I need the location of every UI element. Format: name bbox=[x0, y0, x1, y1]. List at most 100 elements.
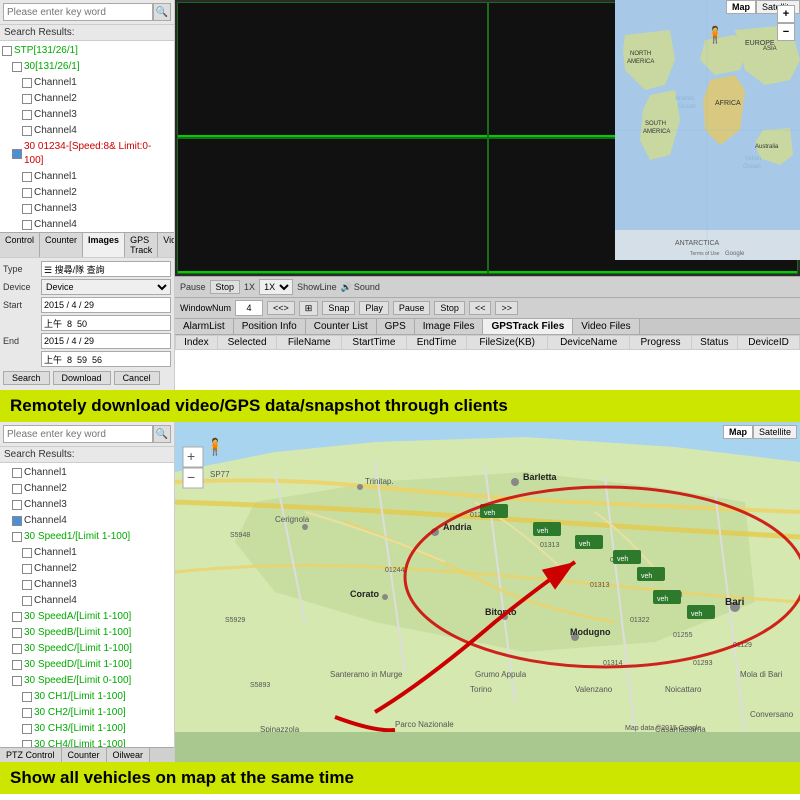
svg-text:S5893: S5893 bbox=[250, 682, 270, 689]
bottom-tree-item-b_row6[interactable]: 30 SpeedE/[Limit 0-100] bbox=[2, 673, 172, 689]
tab-gpstrack[interactable]: GPS Track bbox=[125, 233, 158, 257]
top-search-button[interactable]: 🔍 bbox=[153, 3, 171, 21]
tree-item-label-ch1_2: Channel1 bbox=[34, 170, 77, 184]
bottom-section: 🔍 Search Results: Channel1Channel2Channe… bbox=[0, 422, 800, 762]
tree-item-label-ch4_2: Channel4 bbox=[34, 218, 77, 232]
svg-text:SP77: SP77 bbox=[210, 470, 230, 479]
tree-item-ch3_1[interactable]: Channel3 bbox=[2, 107, 172, 123]
tree-item-ch3_2[interactable]: Channel3 bbox=[2, 201, 172, 217]
bottom-tree-item-b_ch4_2[interactable]: Channel4 bbox=[2, 593, 172, 609]
tree-item-speed_1[interactable]: 30 01234-[Speed:8& Limit:0-100] bbox=[2, 139, 172, 169]
zoom-in-btn[interactable]: + bbox=[777, 5, 795, 23]
tab-alarmlist[interactable]: AlarmList bbox=[175, 319, 234, 334]
bottom-tree-item-b_row3[interactable]: 30 SpeedB/[Limit 1-100] bbox=[2, 625, 172, 641]
bottom-tree-item-label-b_row8: 30 CH2/[Limit 1-100] bbox=[34, 706, 126, 720]
cancel-button[interactable]: Cancel bbox=[114, 371, 160, 385]
filter-end-date[interactable] bbox=[41, 333, 171, 349]
tree-item-ch2_2[interactable]: Channel2 bbox=[2, 185, 172, 201]
bottom-tree-item-b_ch3[interactable]: Channel3 bbox=[2, 497, 172, 513]
bottom-tree-item-b_row7[interactable]: 30 CH1/[Limit 1-100] bbox=[2, 689, 172, 705]
tree-item-ch4_2[interactable]: Channel4 bbox=[2, 217, 172, 232]
tab-oilwear[interactable]: Oilwear bbox=[107, 748, 151, 762]
bottom-tree-item-label-b_row2: 30 SpeedA/[Limit 1-100] bbox=[24, 610, 131, 624]
tab-counterlist[interactable]: Counter List bbox=[306, 319, 377, 334]
tab-gpstrackfiles[interactable]: GPSTrack Files bbox=[483, 319, 573, 334]
tree-item-ch1_2[interactable]: Channel1 bbox=[2, 169, 172, 185]
bottom-tree-item-b_ch4[interactable]: Channel4 bbox=[2, 513, 172, 529]
top-tabs-bar: Control Counter Images GPS Track Video bbox=[0, 232, 174, 257]
map-btn-map[interactable]: Map bbox=[726, 0, 756, 14]
tab-gps[interactable]: GPS bbox=[377, 319, 415, 334]
filter-start-time[interactable] bbox=[41, 315, 171, 331]
tab-imagefiles[interactable]: Image Files bbox=[415, 319, 484, 334]
snap-btn[interactable]: Snap bbox=[322, 301, 355, 315]
tab-counter[interactable]: Counter bbox=[40, 233, 83, 257]
play-btn[interactable]: Play bbox=[359, 301, 389, 315]
tab-control[interactable]: Control bbox=[0, 233, 40, 257]
bottom-map-btn-satellite[interactable]: Satellite bbox=[753, 425, 797, 439]
svg-text:01313: 01313 bbox=[540, 542, 560, 549]
bottom-tree-item-b_row9[interactable]: 30 CH3/[Limit 1-100] bbox=[2, 721, 172, 737]
bottom-map-btn-map[interactable]: Map bbox=[723, 425, 753, 439]
filter-start-date[interactable] bbox=[41, 297, 171, 313]
tab-ptz-control[interactable]: PTZ Control bbox=[0, 748, 62, 762]
tree-item-label-speed_1: 30 01234-[Speed:8& Limit:0-100] bbox=[24, 140, 170, 168]
bottom-tree-item-b_ch2[interactable]: Channel2 bbox=[2, 481, 172, 497]
bottom-search-input[interactable] bbox=[3, 425, 153, 443]
tree-item-ch4_1[interactable]: Channel4 bbox=[2, 123, 172, 139]
top-search-input[interactable] bbox=[3, 3, 153, 21]
tab-videofiles[interactable]: Video Files bbox=[573, 319, 639, 334]
bottom-tree-item-b_row10[interactable]: 30 CH4/[Limit 1-100] bbox=[2, 737, 172, 747]
window-num-input[interactable] bbox=[235, 300, 263, 316]
tree-item-stp[interactable]: STP[131/26/1] bbox=[2, 43, 172, 59]
filter-buttons: Search Download Cancel bbox=[3, 369, 171, 387]
search-button[interactable]: Search bbox=[3, 371, 50, 385]
bottom-tree-item-label-b_row4: 30 SpeedC/[Limit 1-100] bbox=[24, 642, 132, 656]
top-tree-container[interactable]: STP[131/26/1]30[131/26/1]Channel1Channel… bbox=[0, 41, 174, 232]
filter-type-input[interactable] bbox=[41, 261, 171, 277]
bottom-tree-item-b_row5[interactable]: 30 SpeedD/[Limit 1-100] bbox=[2, 657, 172, 673]
window-bar: WindowNum <<> ⊞ Snap Play Pause Stop << … bbox=[175, 297, 800, 318]
bottom-tree-item-b_row8[interactable]: 30 CH2/[Limit 1-100] bbox=[2, 705, 172, 721]
bottom-tree-item-b_ch1[interactable]: Channel1 bbox=[2, 465, 172, 481]
pegman-icon[interactable]: 🧍 bbox=[705, 25, 725, 45]
tab-images[interactable]: Images bbox=[83, 233, 125, 257]
tab-counter-left[interactable]: Counter bbox=[62, 748, 107, 762]
video-cell-1 bbox=[177, 2, 488, 138]
bottom-tree-item-b_ch1_2[interactable]: Channel1 bbox=[2, 545, 172, 561]
bottom-tree-item-label-b_row7: 30 CH1/[Limit 1-100] bbox=[34, 690, 126, 704]
bottom-search-button[interactable]: 🔍 bbox=[153, 425, 171, 443]
bottom-tree-item-label-b_ch3: Channel3 bbox=[24, 498, 67, 512]
tab-positioninfo[interactable]: Position Info bbox=[234, 319, 306, 334]
bottom-tree-item-b_ch3_2[interactable]: Channel3 bbox=[2, 577, 172, 593]
tree-item-ch1_1[interactable]: Channel1 bbox=[2, 75, 172, 91]
filter-device-select[interactable]: Device bbox=[41, 279, 171, 295]
stop-btn[interactable]: Stop bbox=[434, 301, 465, 315]
bottom-tree-item-b_row1[interactable]: 30 Speed1/[Limit 1-100] bbox=[2, 529, 172, 545]
tree-item-ch2_1[interactable]: Channel2 bbox=[2, 91, 172, 107]
svg-text:Map data ©2015 Google: Map data ©2015 Google bbox=[625, 724, 701, 732]
tree-item-stp_sub[interactable]: 30[131/26/1] bbox=[2, 59, 172, 75]
speed-select[interactable]: 1X2X4X bbox=[259, 279, 293, 295]
bottom-tree-container[interactable]: Channel1Channel2Channel3Channel430 Speed… bbox=[0, 463, 174, 747]
col-index: Index bbox=[176, 336, 218, 350]
bottom-tree-item-b_row2[interactable]: 30 SpeedA/[Limit 1-100] bbox=[2, 609, 172, 625]
download-button[interactable]: Download bbox=[53, 371, 111, 385]
showline-label: ShowLine bbox=[297, 282, 337, 292]
tab-video[interactable]: Video bbox=[158, 233, 175, 257]
zoom-out-btn[interactable]: − bbox=[777, 23, 795, 41]
tree-item-label-stp: STP[131/26/1] bbox=[14, 44, 78, 58]
filter-end-time[interactable] bbox=[41, 351, 171, 367]
play-btn-stop[interactable]: Stop bbox=[210, 280, 241, 294]
svg-text:Corato: Corato bbox=[350, 589, 380, 599]
filter-start-label: Start bbox=[3, 300, 38, 310]
svg-text:AFRICA: AFRICA bbox=[715, 100, 741, 107]
bottom-tree-item-b_ch2_2[interactable]: Channel2 bbox=[2, 561, 172, 577]
step-fwd-btn[interactable]: >> bbox=[495, 301, 518, 315]
prev-window-btn[interactable]: <<> bbox=[267, 301, 295, 315]
step-back-btn[interactable]: << bbox=[469, 301, 492, 315]
bottom-tree-item-b_row4[interactable]: 30 SpeedC/[Limit 1-100] bbox=[2, 641, 172, 657]
grid-btn[interactable]: ⊞ bbox=[299, 301, 319, 316]
col-starttime: StartTime bbox=[342, 336, 407, 350]
pause-btn[interactable]: Pause bbox=[393, 301, 431, 315]
